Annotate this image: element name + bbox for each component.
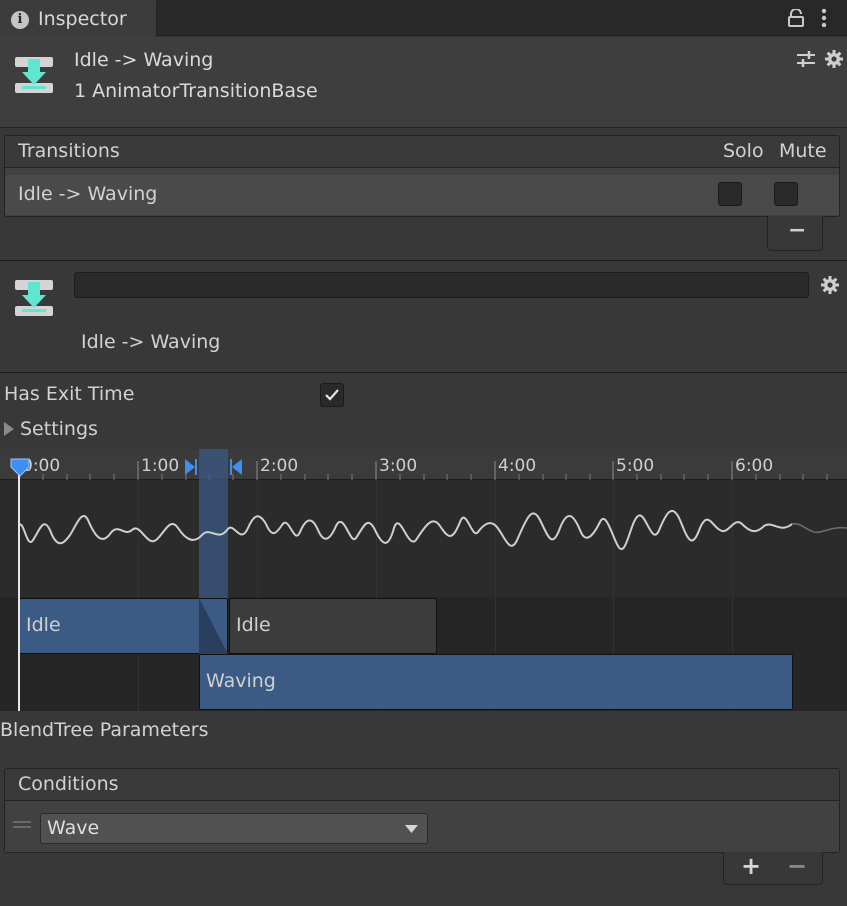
has-exit-time-checkbox[interactable] [320, 383, 344, 407]
transition-name-field[interactable] [74, 272, 809, 298]
transition-icon [15, 57, 53, 93]
transition-timeline[interactable]: 0:00 1:00 2:00 3:00 4:00 5:00 6:00 Idle … [0, 449, 847, 711]
remove-condition-button[interactable]: − [787, 852, 807, 880]
playhead-marker-icon[interactable] [9, 457, 31, 477]
tab-label: Inspector [38, 8, 127, 30]
ruler-label: 2:00 [260, 456, 299, 476]
conditions-header-label: Conditions [18, 773, 119, 795]
playhead-line [18, 461, 20, 711]
conditions-footer: + − [723, 852, 823, 885]
conditions-list-header: Conditions [5, 769, 839, 801]
gear-icon[interactable] [821, 276, 839, 294]
destination-clip[interactable]: Waving [199, 654, 793, 710]
more-options-icon[interactable] [820, 8, 828, 28]
list-item[interactable]: Idle -> Waving [5, 175, 839, 215]
timeline-ruler[interactable]: 0:00 1:00 2:00 3:00 4:00 5:00 6:00 [0, 449, 847, 480]
transition-item-label: Idle -> Waving [18, 183, 158, 205]
clip-label: Idle [26, 614, 61, 636]
solo-column-label: Solo [723, 140, 764, 162]
foldout-arrow-icon[interactable] [3, 421, 15, 437]
tab-bar: i Inspector [0, 0, 847, 37]
ruler-label: 5:00 [616, 456, 655, 476]
ruler-label: 3:00 [379, 456, 418, 476]
gear-icon[interactable] [825, 50, 843, 68]
ruler-ticks [18, 461, 828, 480]
info-icon: i [11, 11, 29, 29]
transitions-list: Transitions Solo Mute Idle -> Waving [4, 135, 840, 217]
transition-end-handle-icon[interactable] [229, 458, 243, 476]
blend-wedge [199, 598, 228, 654]
divider [0, 260, 847, 261]
blendtree-parameters-label: BlendTree Parameters [0, 719, 209, 741]
ruler-label: 6:00 [735, 456, 774, 476]
mute-checkbox[interactable] [774, 182, 798, 206]
tab-inspector[interactable]: i Inspector [0, 0, 157, 37]
source-clip[interactable]: Idle [19, 598, 228, 654]
has-exit-time-label: Has Exit Time [4, 383, 135, 405]
header-subtitle: 1 AnimatorTransitionBase [74, 80, 318, 102]
divider [0, 372, 847, 373]
lock-icon[interactable] [788, 9, 804, 27]
conditions-list: Conditions Wave [4, 768, 840, 853]
transition-icon [15, 280, 53, 316]
source-clip-continued[interactable]: Idle [229, 598, 437, 654]
checkmark-icon [325, 389, 339, 401]
parameter-curve [18, 509, 847, 550]
ruler-label: 4:00 [498, 456, 537, 476]
transition-start-handle-icon[interactable] [184, 458, 198, 476]
drag-handle-icon[interactable] [13, 820, 31, 830]
remove-transition-label: − [788, 218, 807, 243]
transitions-header-label: Transitions [18, 140, 120, 162]
condition-parameter-dropdown[interactable]: Wave [40, 813, 428, 844]
settings-foldout[interactable]: Settings [20, 418, 98, 440]
mute-column-label: Mute [779, 140, 827, 162]
sliders-icon[interactable] [796, 50, 816, 68]
solo-checkbox[interactable] [718, 182, 742, 206]
transitions-list-header: Transitions Solo Mute [5, 136, 839, 168]
transition-label: Idle -> Waving [81, 331, 221, 353]
list-item: Wave [5, 802, 839, 852]
clip-label: Idle [236, 614, 271, 636]
ruler-label: 1:00 [141, 456, 180, 476]
inspector-header: Idle -> Waving 1 AnimatorTransitionBase [0, 37, 847, 128]
header-title: Idle -> Waving [74, 49, 214, 71]
remove-transition-button[interactable]: − [767, 216, 823, 251]
chevron-down-icon [405, 825, 418, 833]
dropdown-value: Wave [47, 817, 100, 839]
add-condition-button[interactable]: + [741, 852, 761, 880]
